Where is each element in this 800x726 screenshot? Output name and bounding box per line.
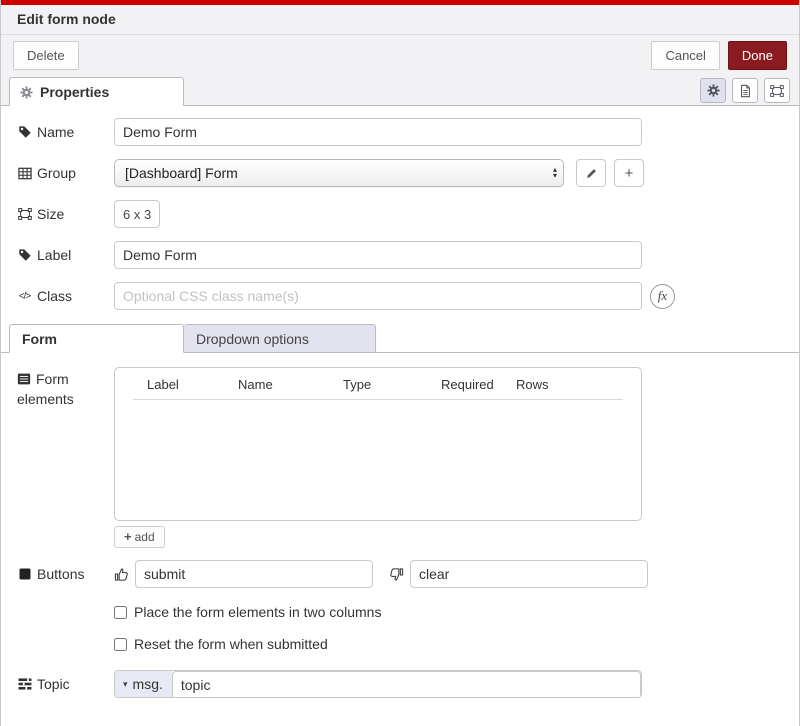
thumbs-up-icon (114, 567, 130, 582)
col-required: Required (441, 377, 516, 392)
col-type: Type (343, 377, 441, 392)
add-element-button[interactable]: + add (114, 526, 165, 548)
name-input[interactable] (114, 118, 642, 146)
form-elements-header: Label Name Type Required Rows (133, 377, 623, 400)
label-row: Label (1, 241, 799, 269)
gear-icon (20, 86, 33, 99)
buttons-row: Buttons (1, 560, 799, 588)
form-elements-section: Form elements Label Name Type Required R… (1, 367, 799, 521)
dialog-title: Edit form node (1, 5, 799, 35)
subtab-form[interactable]: Form (9, 324, 184, 353)
size-button[interactable]: 6 x 3 (114, 200, 160, 228)
name-label: Name (17, 124, 114, 140)
properties-panel: Name Group [Dashboard] Form (1, 106, 799, 698)
group-select-value: [Dashboard] Form (125, 165, 553, 181)
done-button[interactable]: Done (728, 41, 787, 70)
topic-row: Topic ▾ msg. (1, 670, 799, 698)
thumbs-down-icon (389, 567, 405, 582)
plus-icon: + (124, 529, 132, 544)
size-row: Size 6 x 3 (1, 200, 799, 228)
code-icon: </> (17, 291, 32, 302)
tab-properties[interactable]: Properties (9, 77, 184, 106)
properties-gear-button[interactable] (700, 78, 726, 103)
buttons-label: Buttons (17, 566, 114, 582)
col-name: Name (238, 377, 343, 392)
reset-form-checkbox[interactable] (114, 638, 127, 651)
class-input[interactable] (114, 282, 642, 310)
appearance-button[interactable] (764, 78, 790, 103)
chevron-down-icon: ▾ (123, 679, 128, 690)
tag-icon (17, 248, 32, 262)
topic-type-button[interactable]: ▾ msg. (115, 671, 172, 697)
col-label: Label (147, 377, 238, 392)
group-label: Group (17, 165, 114, 181)
object-group-icon (770, 84, 784, 98)
plus-icon: + (625, 165, 634, 182)
name-row: Name (1, 118, 799, 146)
two-columns-checkbox[interactable] (114, 606, 127, 619)
editor-tab-tools (700, 78, 790, 103)
edit-group-button[interactable] (576, 159, 606, 187)
pencil-icon (585, 167, 598, 180)
two-columns-checkbox-row[interactable]: Place the form elements in two columns (114, 604, 799, 620)
form-elements-label: Form elements (17, 367, 114, 409)
dialog-toolbar: Delete Cancel Done (1, 35, 799, 75)
document-icon (739, 84, 752, 98)
col-rows: Rows (516, 377, 549, 392)
size-label: Size (17, 206, 114, 222)
topic-input[interactable] (172, 671, 641, 698)
tasks-icon (17, 678, 32, 690)
fx-icon: fx (658, 288, 667, 304)
object-group-icon (17, 207, 32, 221)
list-alt-icon (17, 373, 31, 385)
add-group-button[interactable]: + (614, 159, 644, 187)
edit-form-node-dialog: Edit form node Delete Cancel Done (0, 0, 800, 726)
topic-typed-input: ▾ msg. (114, 670, 642, 698)
label-input[interactable] (114, 241, 642, 269)
fx-button[interactable]: fx (650, 284, 675, 309)
description-doc-button[interactable] (732, 78, 758, 103)
tab-properties-label: Properties (40, 84, 109, 100)
class-row: </> Class fx (1, 282, 799, 310)
cancel-button[interactable]: Cancel (651, 41, 719, 70)
topic-label: Topic (17, 676, 114, 692)
editor-tabbar: Properties (1, 75, 799, 106)
form-subtabs: Form Dropdown options (1, 324, 799, 353)
label-label: Label (17, 247, 114, 263)
submit-button-label-input[interactable] (135, 560, 373, 588)
table-icon (17, 167, 32, 180)
tag-icon (17, 125, 32, 139)
topic-type-prefix: msg. (133, 676, 163, 692)
subtab-dropdown-options[interactable]: Dropdown options (184, 324, 376, 353)
clear-button-label-input[interactable] (410, 560, 648, 588)
reset-form-checkbox-row[interactable]: Reset the form when submitted (114, 636, 799, 652)
select-spinner-icon: ▴▾ (553, 167, 557, 179)
square-icon (17, 568, 32, 580)
form-elements-list[interactable]: Label Name Type Required Rows (114, 367, 642, 521)
delete-button[interactable]: Delete (13, 41, 79, 70)
class-label: </> Class (17, 288, 114, 304)
group-select[interactable]: [Dashboard] Form ▴▾ (114, 159, 564, 187)
group-row: Group [Dashboard] Form ▴▾ + (1, 159, 799, 187)
